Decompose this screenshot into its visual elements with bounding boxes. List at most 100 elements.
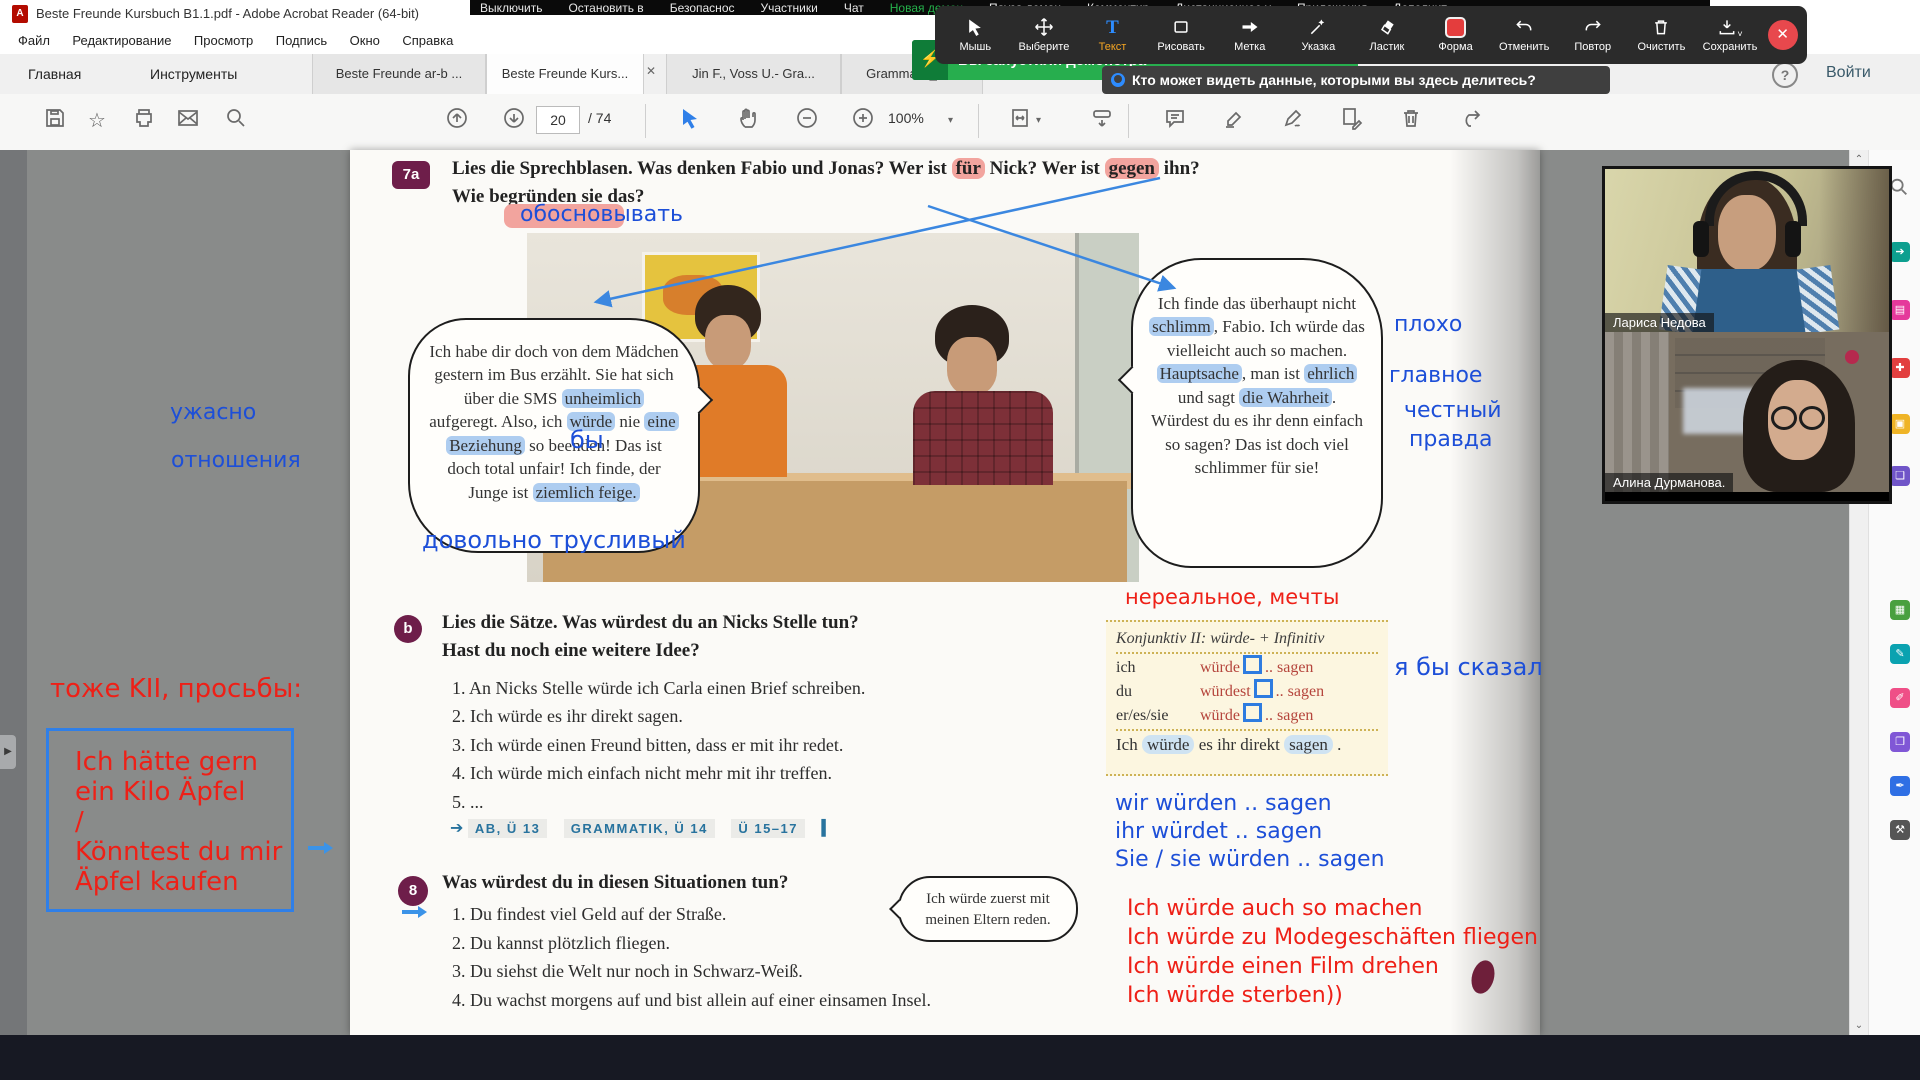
doc-tab-1[interactable]: Beste Freunde ar-b ... [312,54,486,94]
sign-in-button[interactable]: Войти [1826,64,1871,82]
ref-ab: AB, Ü 13 [468,819,547,838]
tab-home[interactable]: Главная [28,54,81,94]
panel-export-pdf-icon[interactable]: ➔ [1890,242,1910,262]
collapse-toolbar-icon[interactable] [1090,106,1116,136]
page-down-icon[interactable] [502,106,528,136]
tool-spotlight[interactable]: Указка [1287,17,1349,53]
email-icon[interactable] [176,106,202,136]
panel-organize-icon[interactable]: ▦ [1890,600,1910,620]
gap-box-icon [1243,703,1262,722]
panel-edit-pdf-icon[interactable]: ▤ [1890,300,1910,320]
example-text: . [1333,735,1342,754]
participant-name-1: Лариса Недова [1605,313,1714,332]
panel-create-pdf-icon[interactable]: ✚ [1890,358,1910,378]
meeting-menu-item[interactable]: Участники [761,0,818,15]
highlighter-icon[interactable] [1222,106,1248,136]
menu-window[interactable]: Окно [350,28,380,54]
zoom-in-icon[interactable] [851,106,877,136]
menu-sign[interactable]: Подпись [276,28,327,54]
tool-clear[interactable]: Очистить [1630,17,1692,53]
annotation-glavnoe: главное [1389,363,1482,388]
menu-edit[interactable]: Редактирование [72,28,171,54]
tool-select[interactable]: Выберите [1013,17,1075,53]
tool-shape[interactable]: Форма [1425,17,1487,53]
annotation-ya-by-skazal: я бы сказал [1394,653,1543,681]
tab-tools[interactable]: Инструменты [150,54,237,94]
highlight: sagen [1284,735,1333,754]
grammar-heading: Konjunktiv II: würde- + Infinitiv [1116,628,1378,654]
zoom-caret-icon[interactable]: ▾ [948,115,953,126]
select-cursor-icon[interactable] [678,106,704,136]
scroll-down-icon[interactable]: ⌄ [1850,1020,1868,1031]
print-icon[interactable] [132,106,158,136]
scroll-up-icon[interactable]: ⌃ [1850,154,1868,165]
list-item: 2. Du kannst plötzlich fliegen. [452,929,931,958]
annotation-box: Ich hätte gern ein Kilo Äpfel / Könntest… [46,728,294,912]
save-icon[interactable] [43,106,69,136]
list-item: 4. Du wachst morgens auf und bist allein… [452,986,931,1015]
zoom-level-value[interactable]: 100% [888,110,924,126]
tool-mouse[interactable]: Мышь [944,17,1006,53]
edit-page-icon[interactable] [1340,106,1366,136]
speech-bubble-left: Ich habe dir doch von dem Mädchen gester… [408,318,700,553]
meeting-menu-item[interactable]: Безопаснос [670,0,735,15]
menu-view[interactable]: Просмотр [194,28,253,54]
tool-redo[interactable]: Повтор [1562,17,1624,53]
page-number-input[interactable]: 20 [536,106,580,134]
pronoun: du [1116,683,1200,701]
panel-combine-icon[interactable]: ❏ [1890,466,1910,486]
fill-sign-pen-icon[interactable] [1281,106,1307,136]
tab-close-icon[interactable]: ✕ [646,64,656,78]
panel-compress-icon[interactable]: ✎ [1890,644,1910,664]
annotation-conjugation: wir würden .. sagen ihr würdet .. sagen … [1115,790,1385,874]
panel-redact-icon[interactable]: ✐ [1890,688,1910,708]
trash-icon[interactable] [1399,106,1425,136]
page-up-icon[interactable] [445,106,471,136]
tool-eraser[interactable]: Ластик [1356,17,1418,53]
fit-width-icon[interactable] [1008,106,1034,136]
menu-file[interactable]: Файл [18,28,50,54]
video-tile-1[interactable]: Лариса Недова [1605,169,1889,332]
doc-tab-3[interactable]: Jin F., Voss U.- Gra... [666,54,841,94]
fit-caret-icon[interactable]: ▾ [1036,115,1041,126]
conjugation-line: Sie / sie würden .. sagen [1115,846,1385,874]
comment-icon[interactable] [1163,106,1189,136]
menu-help[interactable]: Справка [402,28,453,54]
star-icon[interactable]: ☆ [88,108,114,138]
doc-tab-active[interactable]: Beste Freunde Kurs... [486,54,644,94]
tool-save[interactable]: ˅ Сохранить [1699,17,1761,53]
redo-icon[interactable] [1458,106,1484,136]
nav-pane-expand-button[interactable]: ▶ [0,735,16,769]
workbook-refs: ➔ AB, Ü 13 GRAMMATIK, Ü 14 Ü 15–17 ▍ [450,818,833,838]
tool-text[interactable]: T Текст [1082,17,1144,53]
help-icon[interactable]: ? [1772,62,1798,88]
tool-draw[interactable]: Рисовать [1150,17,1212,53]
rest: .. sagen [1276,683,1324,700]
tool-stamp-arrow[interactable]: Метка [1219,17,1281,53]
tool-undo[interactable]: Отменить [1493,17,1555,53]
example-text: es ihr direkt [1194,735,1284,754]
zoom-video-panel[interactable]: Лариса Недова Алина Дурманова. [1602,166,1892,504]
meeting-menu-item[interactable]: Чат [844,0,864,15]
exercise-b-badge: b [394,615,422,643]
title-text: ihn? [1159,158,1200,179]
list-item: 5. ... [452,788,865,816]
title-text: Nick? Wer ist [985,158,1105,179]
conjugation-line: ihr würdet .. sagen [1115,818,1385,846]
highlight: Hauptsache [1157,364,1242,383]
close-annotation-toolbar-button[interactable]: ✕ [1768,20,1798,50]
panel-sign-icon[interactable]: ✒ [1890,776,1910,796]
panel-comment-icon[interactable]: ▣ [1890,414,1910,434]
meeting-menu-item[interactable]: Выключить [480,0,542,15]
grammar-row: ichwürde.. sagen [1116,654,1378,678]
hand-tool-icon[interactable] [737,106,763,136]
search-icon[interactable] [224,106,250,136]
exercise-b-title: Lies die Sätze. Was würdest du an Nicks … [442,612,859,634]
panel-protect-icon[interactable]: ❐ [1890,732,1910,752]
exercise-8-bubble: Ich würde zuerst mit meinen Eltern reden… [898,876,1078,942]
video-tile-2[interactable]: Алина Дурманова. [1605,332,1889,492]
panel-more-tools-icon[interactable]: ⚒ [1890,820,1910,840]
meeting-menu-item[interactable]: Остановить в [568,0,643,15]
box-line: Äpfel kaufen [75,867,291,897]
zoom-out-icon[interactable] [795,106,821,136]
